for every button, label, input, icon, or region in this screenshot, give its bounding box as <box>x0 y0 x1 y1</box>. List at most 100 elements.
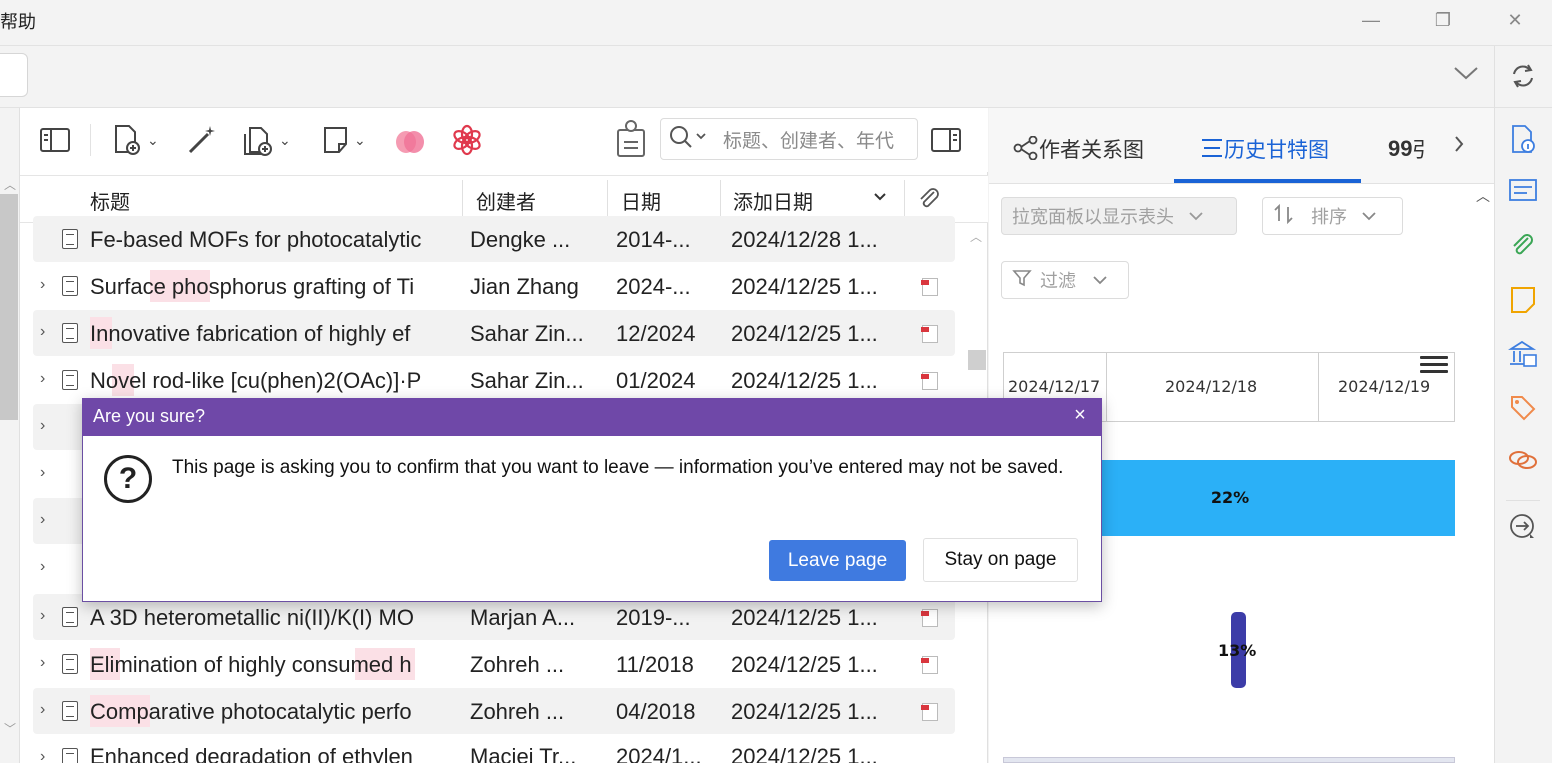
document-icon <box>62 607 78 627</box>
filter-dropdown[interactable]: 过滤 <box>1001 261 1129 299</box>
pdf-icon[interactable] <box>921 656 938 674</box>
chevron-down-icon[interactable]: ⌄ <box>354 132 366 149</box>
column-date[interactable]: 日期 <box>621 186 661 215</box>
plugin-icon[interactable] <box>393 122 427 158</box>
gantt-column-divider <box>1318 352 1319 422</box>
add-attachment-icon[interactable]: ⌄ <box>243 122 291 158</box>
sort-dropdown[interactable]: 排序 <box>1262 197 1403 235</box>
chevron-down-icon[interactable]: ⌄ <box>147 132 159 149</box>
toggle-collections-icon[interactable] <box>40 122 70 158</box>
leave-page-button[interactable]: Leave page <box>769 540 906 581</box>
scrollbar-thumb[interactable] <box>968 350 986 370</box>
scroll-down-icon[interactable]: ﹀ <box>4 720 16 737</box>
chevron-down-icon <box>1188 206 1204 227</box>
abstract-icon[interactable] <box>1508 178 1538 208</box>
locate-icon[interactable] <box>615 120 647 157</box>
expand-chevron-icon[interactable]: › <box>40 748 45 763</box>
pdf-icon[interactable] <box>921 372 938 390</box>
magic-wand-icon[interactable] <box>186 122 218 158</box>
row-date-added: 2024/12/25 1... <box>731 274 878 299</box>
new-item-icon[interactable]: ⌄ <box>113 122 159 158</box>
row-date-added: 2024/12/28 1... <box>731 227 878 252</box>
column-title[interactable]: 标题 <box>90 186 130 215</box>
expand-chevron-icon[interactable]: › <box>40 511 45 529</box>
search-input[interactable]: 标题、创建者、年代 <box>660 118 918 160</box>
row-date-added: 2024/12/25 1... <box>731 605 878 630</box>
expand-chevron-icon[interactable]: › <box>40 276 45 294</box>
column-separator[interactable] <box>904 180 905 218</box>
minimize-button[interactable]: — <box>1356 8 1386 32</box>
column-separator[interactable] <box>462 180 463 218</box>
chevron-down-icon[interactable] <box>1452 62 1480 88</box>
new-note-icon[interactable]: ⌄ <box>322 122 366 158</box>
column-separator[interactable] <box>720 180 721 218</box>
gantt-date: 2024/12/17 <box>1008 377 1101 396</box>
row-creator: Marjan A... <box>470 605 576 630</box>
row-date-added: 2024/12/25 1... <box>731 321 878 346</box>
document-icon <box>62 323 78 343</box>
search-icon[interactable] <box>669 125 709 154</box>
attachment-icon[interactable] <box>1508 232 1538 262</box>
sync-icon[interactable] <box>1508 62 1538 92</box>
row-date: 12/2024 <box>616 321 696 346</box>
scroll-up-icon[interactable]: ︿ <box>4 176 16 193</box>
header-dropdown[interactable]: 拉宽面板以显示表头 <box>1001 197 1237 235</box>
tag-icon[interactable] <box>1508 394 1538 424</box>
close-window-button[interactable]: ✕ <box>1500 8 1530 32</box>
tab-author-graph[interactable]: 作者关系图 <box>1039 134 1144 164</box>
notes-icon[interactable] <box>1508 286 1538 316</box>
dialog-header <box>82 398 1102 436</box>
menu-icon[interactable] <box>1420 356 1448 378</box>
column-separator[interactable] <box>607 180 608 218</box>
gantt-bar[interactable] <box>1003 757 1455 763</box>
pdf-icon[interactable] <box>921 278 938 296</box>
expand-chevron-icon[interactable]: › <box>40 417 45 435</box>
expand-chevron-icon[interactable]: › <box>40 654 45 672</box>
related-icon[interactable] <box>1508 448 1538 478</box>
sort-icon <box>1273 203 1295 230</box>
quote-icon: 99 <box>1388 136 1413 161</box>
scrollbar-thumb[interactable] <box>0 194 18 420</box>
locate-in-document-icon[interactable] <box>1508 512 1538 542</box>
libraries-icon[interactable] <box>1507 340 1538 370</box>
gantt-bar-label: 13% <box>1218 641 1257 660</box>
tab-library[interactable] <box>0 53 28 97</box>
divider <box>1494 46 1495 763</box>
pdf-icon[interactable] <box>921 703 938 721</box>
document-icon <box>62 748 78 763</box>
toggle-item-pane-icon[interactable] <box>931 122 961 158</box>
sort-chevron-icon[interactable] <box>872 186 888 211</box>
tab-citations[interactable]: 引 <box>1412 134 1426 164</box>
expand-chevron-icon[interactable]: › <box>40 701 45 719</box>
document-icon <box>62 276 78 296</box>
maximize-button[interactable]: ❐ <box>1428 8 1458 32</box>
scroll-up-icon[interactable]: ︿ <box>1476 186 1490 206</box>
sort-label: 排序 <box>1311 207 1347 227</box>
pdf-icon[interactable] <box>921 609 938 627</box>
column-creator[interactable]: 创建者 <box>476 186 536 215</box>
expand-chevron-icon[interactable]: › <box>40 464 45 482</box>
divider <box>1506 500 1540 501</box>
scroll-up-icon[interactable]: ︿ <box>970 228 982 245</box>
row-date: 04/2018 <box>616 699 696 724</box>
expand-chevron-icon[interactable]: › <box>40 323 45 341</box>
pdf-icon[interactable] <box>921 325 938 343</box>
tab-history-gantt[interactable]: 历史甘特图 <box>1224 134 1329 164</box>
stay-on-page-button[interactable]: Stay on page <box>923 538 1078 582</box>
expand-chevron-icon[interactable]: › <box>40 370 45 388</box>
row-title: Comparative photocatalytic perfo <box>90 699 412 724</box>
info-icon[interactable] <box>1508 124 1538 154</box>
expand-chevron-icon[interactable]: › <box>40 607 45 625</box>
row-date: 2019-... <box>616 605 691 630</box>
column-date-added[interactable]: 添加日期 <box>733 186 813 215</box>
attachment-column-icon[interactable] <box>916 186 942 217</box>
ai-assistant-icon[interactable] <box>451 122 483 158</box>
row-title: Innovative fabrication of highly ef <box>90 321 411 346</box>
row-creator: Zohreh ... <box>470 652 565 677</box>
expand-chevron-icon[interactable]: › <box>40 558 45 576</box>
menu-help[interactable]: 帮助 <box>0 8 36 34</box>
chevron-right-icon[interactable] <box>1452 134 1466 160</box>
chevron-down-icon[interactable]: ⌄ <box>279 132 291 149</box>
dialog-close-button[interactable]: × <box>1070 404 1090 427</box>
document-icon <box>62 229 78 249</box>
